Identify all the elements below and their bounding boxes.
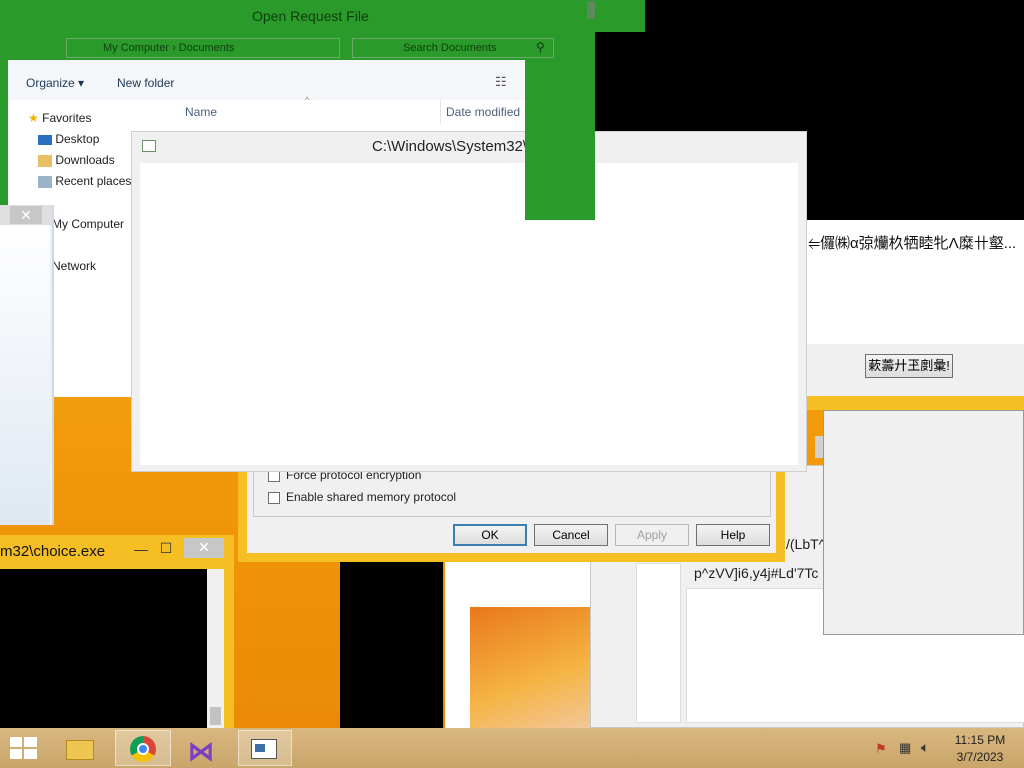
sidebar-label: Favorites (42, 111, 92, 125)
sidebar-item-desktop[interactable]: Desktop (38, 129, 99, 149)
visual-studio-icon: ⋈ (188, 736, 214, 766)
search-icon[interactable]: ⚲ (536, 40, 545, 54)
windows-logo-pane (10, 749, 22, 759)
sidebar-item-network[interactable]: Network (52, 256, 96, 276)
clock-date[interactable]: 3/7/2023 (950, 750, 1010, 764)
address-bar[interactable]: My Computer › Documents (66, 38, 340, 58)
recent-places-icon (38, 175, 52, 188)
fragment-panel-left (636, 563, 681, 723)
star-icon: ★ (28, 111, 39, 125)
choice-window-title: m32\choice.exe (0, 543, 106, 560)
chrome-icon-center (137, 743, 149, 755)
view-options-icon[interactable]: ☷ (495, 74, 507, 90)
fragment-line-2: p^zVV]i6,y4j#Ld'7Tc (694, 565, 819, 581)
sidebar-label: Desktop (55, 132, 100, 146)
column-header-name[interactable]: Name (185, 105, 217, 119)
console-scrollbar[interactable] (207, 569, 224, 728)
close-icon[interactable]: ✕ (10, 206, 42, 224)
file-explorer-taskbar-button[interactable] (62, 734, 98, 762)
shared-memory-label: Enable shared memory protocol (286, 490, 457, 504)
sidebar-item-recent-places[interactable]: Recent places (38, 171, 131, 191)
chevron-down-icon: ▾ (78, 76, 85, 90)
side-panel-fragment: ✕ (0, 205, 54, 525)
downloads-folder-icon (38, 154, 52, 167)
console-window-title: C:\Windows\System32\ (372, 138, 528, 155)
network-icon[interactable]: ▦ (899, 740, 911, 756)
sidebar-item-downloads[interactable]: Downloads (38, 150, 115, 170)
apply-button[interactable]: Apply (615, 524, 689, 546)
organize-label: Organize (26, 76, 75, 90)
start-button[interactable] (10, 737, 38, 761)
action-center-flag-icon[interactable]: ⚑ (875, 741, 887, 757)
taskbar: ⋈ ⚑ ▦ 🔈︎ 11:15 PM 3/7/2023 (0, 728, 1024, 768)
window-border-fragment (805, 396, 1024, 410)
choice-window-titlebar: m32\choice.exe — ☐ ✕ (0, 535, 230, 569)
minimize-icon[interactable]: — (130, 540, 152, 558)
garbled-action-button[interactable]: 蔌薵廾玊剫彙! (865, 354, 953, 378)
help-button[interactable]: Help (696, 524, 770, 546)
windows-logo-icon (10, 737, 22, 747)
search-box[interactable]: Search Documents (352, 38, 554, 58)
volume-icon[interactable]: 🔈︎ (921, 739, 929, 756)
open-request-title: Open Request File (252, 8, 369, 24)
chrome-icon (130, 736, 156, 762)
chrome-taskbar-button[interactable] (115, 730, 171, 766)
windows-logo-pane (24, 737, 37, 747)
green-overlay-fragment (525, 131, 595, 220)
garbled-window-title: ⥢儸㈱α弶爤杦牺睦牝Λ糜卄壑... (808, 235, 1017, 252)
sidebar-item-favorites[interactable]: ★ Favorites (28, 108, 91, 128)
organize-button[interactable]: Organize ▾ (26, 76, 84, 90)
console-app-icon (142, 140, 156, 152)
garbled-window: ⥢儸㈱α弶爤杦牺睦牝Λ糜卄壑... 蔌薵廾玊剫彙! (805, 220, 1024, 396)
new-folder-button[interactable]: New folder (117, 76, 174, 90)
console-output (0, 569, 207, 728)
sort-arrow-icon: ^ (305, 95, 310, 105)
folder-icon (66, 740, 94, 760)
toolbar: Organize ▾ New folder ☷ (8, 60, 525, 100)
console-window: C:\Windows\System32\ (131, 131, 807, 472)
ok-button[interactable]: OK (453, 524, 527, 546)
address-bar-row: My Computer › Documents Search Documents… (0, 32, 570, 60)
wallpaper-fragment (470, 607, 590, 728)
green-border-column (570, 32, 595, 130)
sidebar-label: Downloads (55, 153, 115, 167)
fragment-line-1: /(LbT^ (786, 536, 826, 552)
visual-studio-taskbar-button[interactable]: ⋈ (180, 732, 228, 766)
side-panel-body (0, 225, 50, 525)
column-divider (440, 100, 441, 124)
cancel-button[interactable]: Cancel (534, 524, 608, 546)
console-icon-detail (255, 744, 265, 752)
black-window-top (645, 0, 1024, 32)
console-content-area (140, 163, 798, 465)
close-icon[interactable]: ✕ (184, 538, 224, 558)
console-icon (251, 739, 277, 759)
sidebar-item-my-computer[interactable]: My Computer (52, 214, 124, 234)
column-header-date[interactable]: Date modified (446, 105, 520, 119)
console-taskbar-button[interactable] (238, 730, 292, 766)
scrollbar-thumb[interactable] (210, 707, 221, 725)
choice-window: m32\choice.exe — ☐ ✕ (0, 535, 234, 728)
shared-memory-checkbox[interactable] (268, 492, 280, 504)
windows-logo-pane (24, 749, 37, 759)
open-request-titlebar: Open Request File ✕ (0, 0, 645, 32)
black-window-fragment (340, 560, 443, 728)
desktop-icon (38, 134, 52, 145)
maximize-icon[interactable]: ☐ (155, 539, 177, 557)
sidebar-label: Recent places (55, 174, 132, 188)
clock-time[interactable]: 11:15 PM (950, 733, 1010, 747)
blank-popup-window (823, 410, 1024, 635)
